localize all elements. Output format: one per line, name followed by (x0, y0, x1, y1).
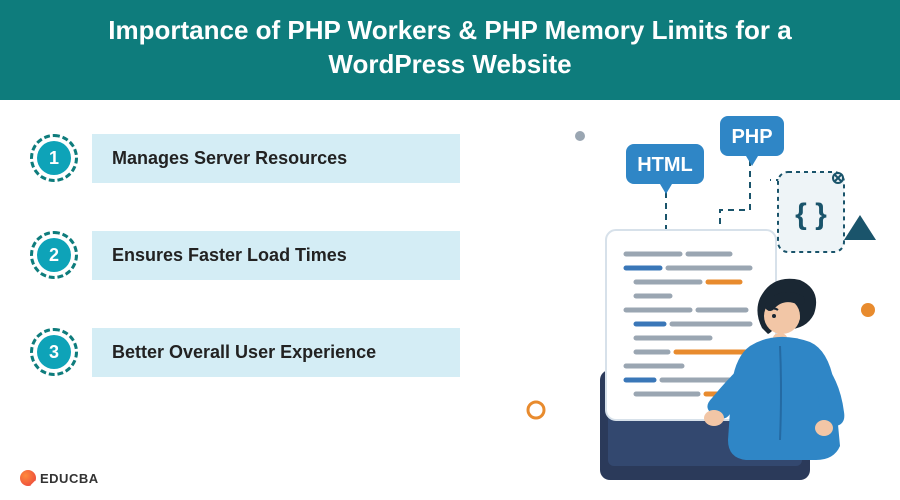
benefit-label: Manages Server Resources (92, 134, 460, 183)
brand-logo-mark (20, 470, 36, 486)
ring-shape (528, 402, 544, 418)
html-tag: HTML (626, 144, 704, 194)
php-tag: PHP (720, 116, 784, 166)
number-badge-inner: 2 (37, 238, 71, 272)
braces-card: { } (778, 172, 844, 252)
brand-logo: EDUCBA (20, 470, 99, 486)
number-badge-inner: 3 (37, 335, 71, 369)
list-item: 3 Better Overall User Experience (30, 328, 460, 377)
developer-illustration: HTML PHP { } (450, 110, 890, 480)
dot-shape (575, 131, 585, 141)
html-tag-text: HTML (637, 154, 693, 176)
list-item: 2 Ensures Faster Load Times (30, 231, 460, 280)
benefit-label: Ensures Faster Load Times (92, 231, 460, 280)
list-item: 1 Manages Server Resources (30, 134, 460, 183)
page-title: Importance of PHP Workers & PHP Memory L… (108, 15, 791, 79)
connector-line (720, 160, 750, 230)
benefit-list: 1 Manages Server Resources 2 Ensures Fas… (30, 128, 460, 377)
number-badge: 1 (30, 134, 78, 182)
benefit-label: Better Overall User Experience (92, 328, 460, 377)
header: Importance of PHP Workers & PHP Memory L… (0, 0, 900, 100)
number-badge-inner: 1 (37, 141, 71, 175)
triangle-shape (844, 215, 876, 240)
brand-name: EDUCBA (40, 471, 99, 486)
svg-text:{ }: { } (795, 198, 827, 231)
number-badge: 3 (30, 328, 78, 376)
number-badge: 2 (30, 231, 78, 279)
php-tag-text: PHP (731, 126, 772, 148)
illustration-svg: HTML PHP { } (450, 110, 890, 480)
dot-shape (861, 303, 875, 317)
